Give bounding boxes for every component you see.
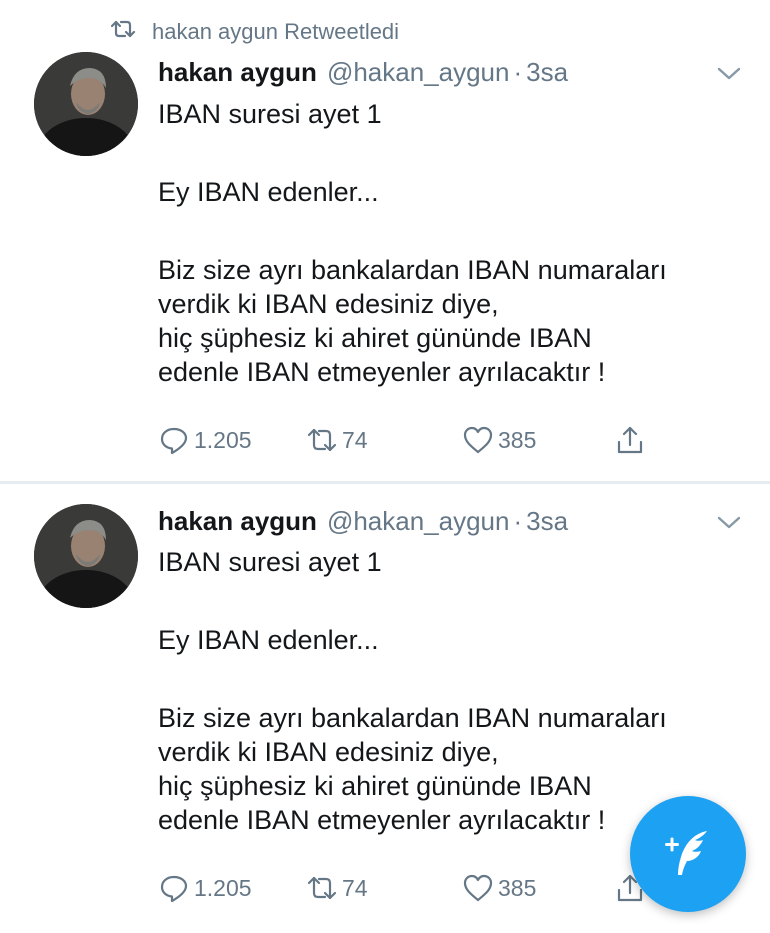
retweet-icon <box>307 428 337 452</box>
tweet-actions: 1.205 74 385 <box>158 424 678 464</box>
retweet-button[interactable]: 74 <box>306 872 368 904</box>
tweet-line: verdik ki IBAN edesiniz diye, <box>158 737 499 767</box>
tweet-line: hiç şüphesiz ki ahiret gününde IBAN <box>158 771 592 801</box>
author-handle[interactable]: @hakan_aygun <box>327 506 510 537</box>
tweet-line: IBAN suresi ayet 1 <box>158 99 382 129</box>
compose-tweet-icon <box>665 831 707 875</box>
like-count: 385 <box>498 874 537 901</box>
tweet-line: Biz size ayrı bankalardan IBAN numaralar… <box>158 255 667 285</box>
retweet-context-label: hakan aygun Retweetledi <box>152 19 400 44</box>
author-name[interactable]: hakan aygun <box>158 57 317 88</box>
retweet-count: 74 <box>342 874 368 901</box>
tweet-line: IBAN suresi ayet 1 <box>158 547 382 577</box>
retweet-context: hakan aygun Retweetledi <box>108 18 399 46</box>
tweet-actions: 1.205 74 385 <box>158 872 678 912</box>
reply-count: 1.205 <box>194 426 252 453</box>
reply-button[interactable]: 1.205 <box>158 424 252 456</box>
retweet-button[interactable]: 74 <box>306 424 368 456</box>
like-button[interactable]: 385 <box>462 424 536 456</box>
tweet-header: hakan aygun @hakan_aygun · 3sa <box>158 57 568 88</box>
share-button[interactable] <box>614 424 650 456</box>
reply-icon <box>160 427 188 455</box>
tweet-line: edenle IBAN etmeyenler ayrılacaktır ! <box>158 357 606 387</box>
timestamp[interactable]: 3sa <box>526 57 568 88</box>
like-count: 385 <box>498 426 537 453</box>
reply-button[interactable]: 1.205 <box>158 872 252 904</box>
retweet-icon <box>108 18 138 46</box>
tweet-text: IBAN suresi ayet 1 Ey IBAN edenler... Bi… <box>158 545 748 837</box>
chevron-down-icon[interactable] <box>716 66 742 82</box>
author-handle[interactable]: @hakan_aygun <box>327 57 510 88</box>
reply-count: 1.205 <box>194 874 252 901</box>
timestamp[interactable]: 3sa <box>526 506 568 537</box>
tweet-line: Ey IBAN edenler... <box>158 625 379 655</box>
avatar[interactable] <box>34 504 138 608</box>
tweet-line: verdik ki IBAN edesiniz diye, <box>158 289 499 319</box>
tweet-text: IBAN suresi ayet 1 Ey IBAN edenler... Bi… <box>158 97 748 389</box>
retweet-icon <box>307 876 337 900</box>
like-button[interactable]: 385 <box>462 872 536 904</box>
retweet-count: 74 <box>342 426 368 453</box>
share-icon <box>617 426 643 454</box>
reply-icon <box>160 875 188 903</box>
separator-dot: · <box>513 506 523 536</box>
heart-icon <box>463 874 493 902</box>
tweet-line: Biz size ayrı bankalardan IBAN numaralar… <box>158 703 667 733</box>
compose-tweet-button[interactable] <box>630 796 746 912</box>
chevron-down-icon[interactable] <box>716 515 742 531</box>
tweet-header: hakan aygun @hakan_aygun · 3sa <box>158 506 568 537</box>
tweet[interactable]: hakan aygun Retweetledi hakan aygun @hak… <box>0 0 770 480</box>
tweet-line: hiç şüphesiz ki ahiret gününde IBAN <box>158 323 592 353</box>
author-name[interactable]: hakan aygun <box>158 506 317 537</box>
separator-dot: · <box>513 57 523 87</box>
avatar[interactable] <box>34 52 138 156</box>
heart-icon <box>463 426 493 454</box>
tweet-line: Ey IBAN edenler... <box>158 177 379 207</box>
